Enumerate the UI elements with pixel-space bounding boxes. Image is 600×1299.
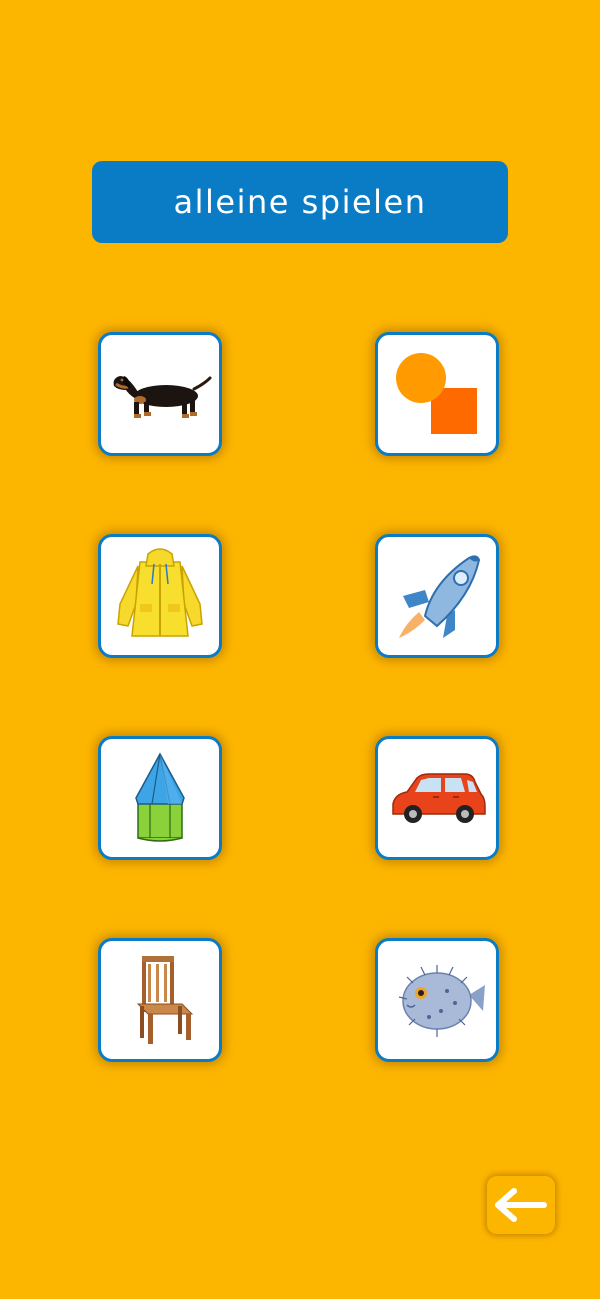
hexagonal-pyramid-prism-icon [135,752,185,842]
rocket-icon [399,555,481,638]
card-hexagonal-pyramid[interactable] [98,736,222,860]
mode-button-alleine-spielen[interactable]: alleine spielen [92,161,508,243]
arrow-left-icon [495,1188,547,1222]
pufferfish-icon [398,965,485,1037]
card-car[interactable] [375,736,499,860]
card-raincoat[interactable] [98,534,222,658]
card-shapes[interactable] [375,332,499,456]
dachshund-dog-icon [113,376,212,418]
circle-square-shapes-icon [396,353,477,434]
wooden-chair-icon [136,956,194,1044]
card-chair[interactable] [98,938,222,1062]
mode-button-label: alleine spielen [173,183,427,221]
card-pufferfish[interactable] [375,938,499,1062]
yellow-raincoat-icon [117,548,203,637]
red-car-icon [392,773,486,823]
card-dog[interactable] [98,332,222,456]
back-button[interactable] [487,1176,555,1234]
card-rocket[interactable] [375,534,499,658]
